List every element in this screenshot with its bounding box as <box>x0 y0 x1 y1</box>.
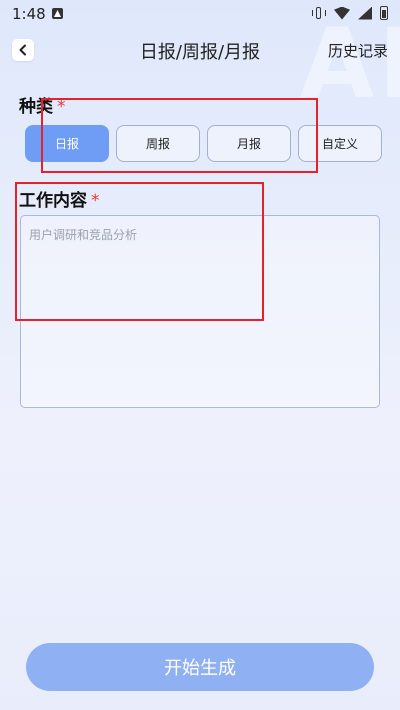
battery-icon <box>380 6 388 20</box>
work-content-label: 工作内容 * <box>19 186 100 211</box>
status-icons <box>312 6 388 20</box>
category-option-weekly[interactable]: 周报 <box>116 125 200 162</box>
category-option-monthly[interactable]: 月报 <box>207 125 291 162</box>
category-label-text: 种类 <box>19 97 53 117</box>
wifi-icon <box>334 6 350 20</box>
category-options: 日报 周报 月报 自定义 <box>25 125 382 162</box>
required-mark: * <box>91 191 100 211</box>
required-mark: * <box>57 97 66 117</box>
status-bar: 1:48 <box>0 0 400 28</box>
category-option-daily[interactable]: 日报 <box>25 125 109 162</box>
work-content-input[interactable] <box>21 216 379 407</box>
start-generate-button[interactable]: 开始生成 <box>26 643 374 691</box>
history-button[interactable]: 历史记录 <box>328 40 388 61</box>
vibrate-icon <box>312 6 326 20</box>
work-content-box <box>20 215 380 408</box>
letter-a-icon <box>52 8 63 19</box>
category-option-custom[interactable]: 自定义 <box>298 125 382 162</box>
category-label: 种类 * <box>19 92 66 117</box>
work-content-label-text: 工作内容 <box>19 191 87 211</box>
header: 日报/周报/月报 历史记录 <box>0 28 400 72</box>
signal-icon <box>358 6 372 20</box>
status-time: 1:48 <box>12 5 46 23</box>
